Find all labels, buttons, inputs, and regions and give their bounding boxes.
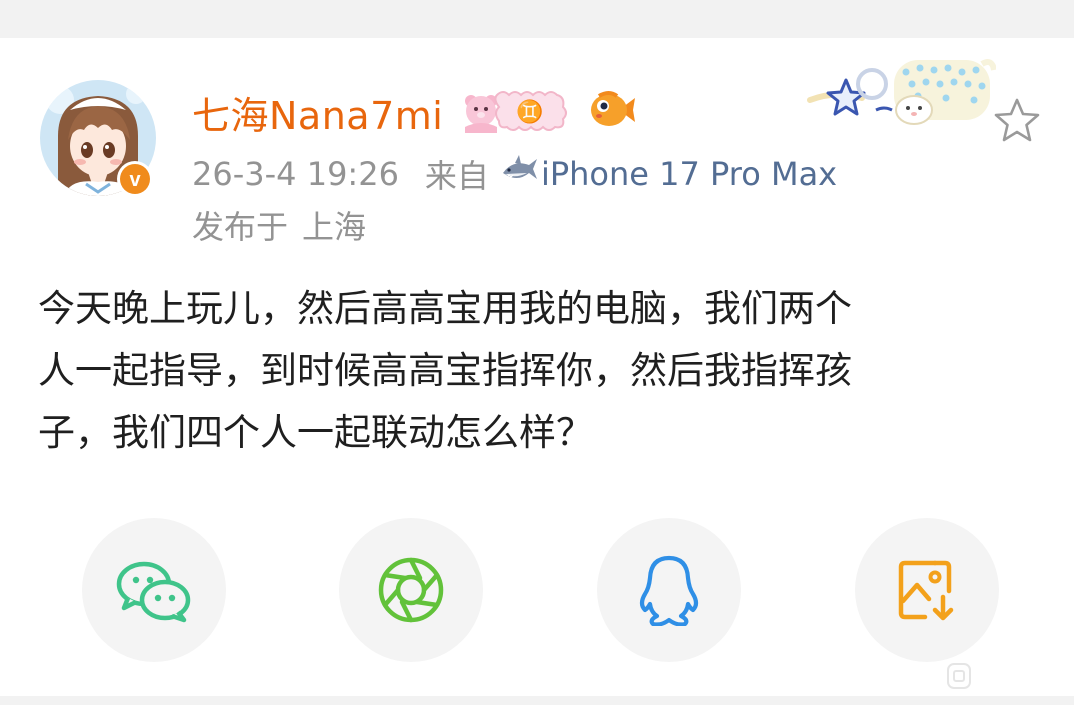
- source-label: 来自: [424, 157, 489, 195]
- verified-badge-icon: v: [116, 160, 154, 198]
- zodiac-badge-icon: ♊: [457, 85, 575, 139]
- post-content: 今天晚上玩儿，然后高高宝用我的电脑，我们两个 人一起指导，到时候高高宝指挥你，然…: [38, 287, 852, 454]
- zodiac-symbol: ♊: [517, 99, 544, 125]
- moments-icon: [378, 557, 444, 623]
- share-wechat-button[interactable]: [82, 518, 226, 662]
- post-card: v 七海Nana7mi ♊ 26-3-4 19:26 来自 iPhone 17 …: [0, 38, 1074, 696]
- share-qq-button[interactable]: [597, 518, 741, 662]
- meta-row: 26-3-4 19:26 来自 iPhone 17 Pro Max: [192, 152, 837, 196]
- location-prefix: 发布于: [192, 208, 289, 246]
- post-timestamp: 26-3-4 19:26: [192, 155, 399, 193]
- favorite-star-button[interactable]: [992, 96, 1042, 146]
- star-icon: [994, 98, 1040, 142]
- location-row: 发布于 上海: [192, 203, 366, 247]
- fish-badge-icon: [589, 88, 637, 136]
- watermark-icon: [944, 660, 974, 692]
- device-name[interactable]: iPhone 17 Pro Max: [541, 155, 837, 193]
- verified-label: v: [129, 169, 141, 191]
- username-row: 七海Nana7mi ♊: [192, 84, 637, 140]
- username[interactable]: 七海Nana7mi: [192, 85, 443, 140]
- qq-icon: [639, 555, 699, 626]
- wechat-icon: [116, 561, 191, 623]
- shark-icon: [499, 153, 539, 195]
- share-moments-button[interactable]: [339, 518, 483, 662]
- save-image-icon: [898, 560, 954, 621]
- share-save-image-button[interactable]: [855, 518, 999, 662]
- location-city: 上海: [302, 208, 367, 246]
- card-decoration-icon: [806, 50, 997, 132]
